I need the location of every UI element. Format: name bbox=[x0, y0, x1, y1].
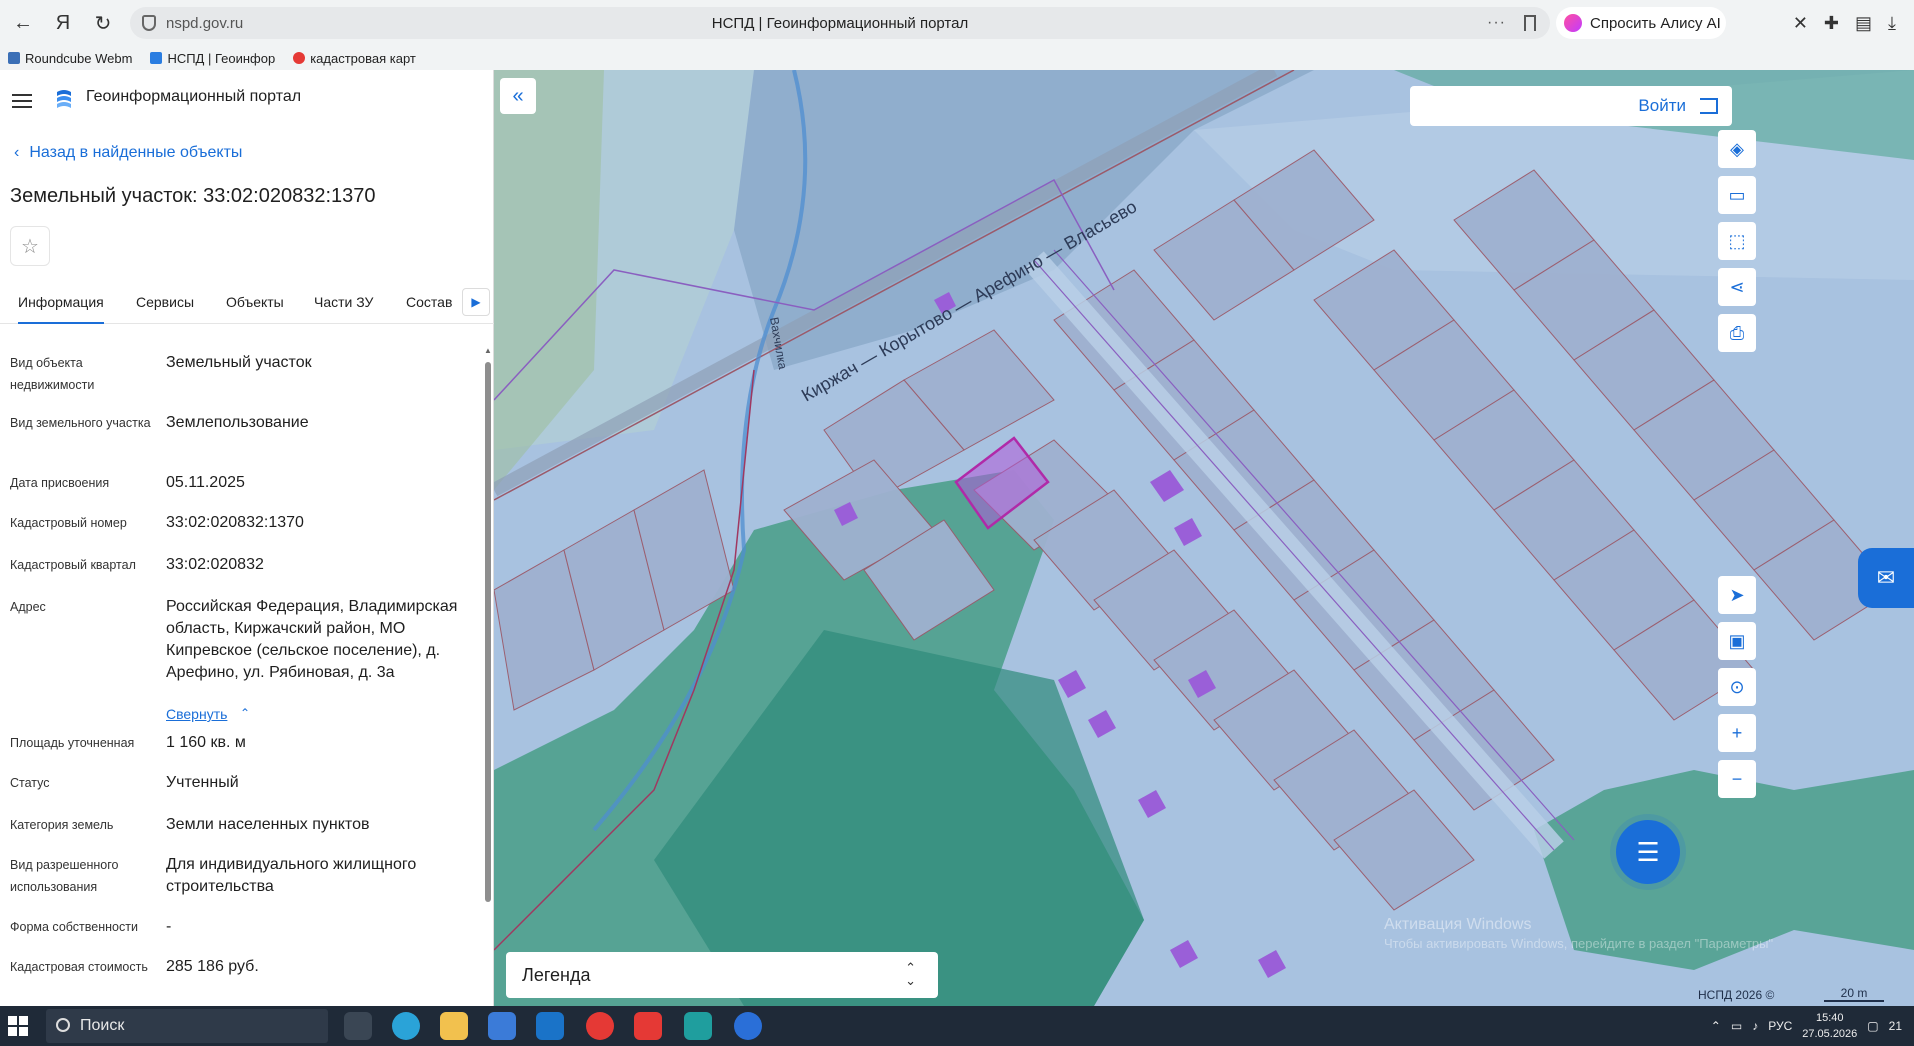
yandex-browser-icon[interactable] bbox=[586, 1012, 614, 1040]
yandex-icon[interactable]: Я bbox=[46, 6, 80, 40]
copyright: НСПД 2026 © bbox=[1698, 988, 1775, 1002]
zoom-in-icon[interactable]: + bbox=[1718, 714, 1756, 752]
tabs-scroll-right-icon[interactable]: ▶ bbox=[462, 288, 490, 316]
download-icon[interactable]: ⤓ bbox=[1888, 13, 1896, 34]
notification-icon[interactable]: ▢ bbox=[1867, 1019, 1878, 1033]
chevron-left-icon: ‹ bbox=[14, 144, 20, 161]
parcel-title: Земельный участок: 33:02:020832:1370 bbox=[10, 185, 376, 207]
tab-bar: Информация Сервисы Объекты Части ЗУ Сост… bbox=[0, 286, 494, 324]
info-list: Вид объекта недвижимости Земельный участ… bbox=[10, 354, 458, 975]
edge-icon[interactable] bbox=[392, 1012, 420, 1040]
layers-icon[interactable]: ◈ bbox=[1718, 130, 1756, 168]
zoom-out-icon[interactable]: − bbox=[1718, 760, 1756, 798]
expand-icon: ⌃ ⌄ bbox=[905, 960, 916, 988]
browser-toolbar: ← Я ↻ nspd.gov.ru НСПД | Геоинформационн… bbox=[0, 0, 1914, 46]
minimap-icon[interactable]: ▣ bbox=[1718, 622, 1756, 660]
object-panel: Геоинформационный портал ‹ Назад в найден… bbox=[0, 70, 494, 1006]
extensions-icon[interactable]: ✚ bbox=[1824, 13, 1839, 34]
panel-scrollbar[interactable]: ▲ bbox=[484, 346, 492, 906]
tab-parts[interactable]: Части ЗУ bbox=[314, 286, 373, 324]
app-title: Геоинформационный портал bbox=[86, 88, 302, 105]
back-arrow-icon[interactable]: ← bbox=[6, 6, 40, 40]
search-location-icon[interactable]: ⊙ bbox=[1718, 668, 1756, 706]
scroll-thumb[interactable] bbox=[485, 362, 491, 902]
tray-chevron-icon[interactable]: ⌃ bbox=[1711, 1019, 1721, 1033]
map-view[interactable]: Киржач — Корытово — Арефино — Власьево В… bbox=[494, 70, 1914, 1006]
back-to-results-link[interactable]: ‹ Назад в найденные объекты bbox=[14, 144, 242, 162]
extension-k-icon[interactable]: ✕ bbox=[1793, 13, 1808, 34]
alice-label: Спросить Алису AI bbox=[1590, 14, 1721, 32]
menu-icon[interactable] bbox=[12, 90, 32, 112]
telegram-icon[interactable] bbox=[734, 1012, 762, 1040]
task-view-icon[interactable] bbox=[344, 1012, 372, 1040]
taskbar-search[interactable]: Поиск bbox=[46, 1009, 328, 1043]
chat-icon[interactable]: ☰ bbox=[1616, 820, 1680, 884]
tab-title: НСПД | Геоинформационный портал bbox=[711, 14, 969, 32]
alice-icon bbox=[1564, 14, 1582, 32]
yandex-app-icon[interactable] bbox=[634, 1012, 662, 1040]
tab-services[interactable]: Сервисы bbox=[136, 286, 194, 324]
portal-logo-icon bbox=[57, 90, 71, 108]
clock[interactable]: 15:40 27.05.2026 bbox=[1802, 1010, 1857, 1042]
tab-composition[interactable]: Состав bbox=[406, 286, 452, 324]
scroll-up-icon[interactable]: ▲ bbox=[484, 346, 492, 355]
language-indicator[interactable]: РУС bbox=[1768, 1019, 1792, 1033]
system-tray: ⌃ ▭ ♪ РУС 15:40 27.05.2026 ▢ 21 bbox=[1711, 1006, 1914, 1046]
collapse-address-link[interactable]: Свернуть bbox=[166, 706, 227, 722]
bookmark-nspd[interactable]: НСПД | Геоинфор bbox=[150, 51, 275, 66]
more-icon[interactable]: ··· bbox=[1487, 14, 1506, 32]
explorer-icon[interactable] bbox=[440, 1012, 468, 1040]
bookmarks-bar: Roundcube Webm НСПД | Геоинфор кадастров… bbox=[0, 46, 1914, 70]
feedback-icon[interactable]: ✉ bbox=[1858, 548, 1914, 608]
login-button[interactable]: Войти bbox=[1410, 86, 1732, 126]
bookmark-cadastral[interactable]: кадастровая карт bbox=[293, 51, 416, 66]
map-canvas: Киржач — Корытово — Арефино — Власьево В… bbox=[494, 70, 1914, 1006]
print-icon[interactable]: ⎙ bbox=[1718, 314, 1756, 352]
roundcube-icon bbox=[8, 52, 20, 64]
browser-extensions: ✕ ✚ ▤ ⤓ bbox=[1793, 0, 1914, 46]
select-area-icon[interactable]: ⬚ bbox=[1718, 222, 1756, 260]
share-icon[interactable]: ⋖ bbox=[1718, 268, 1756, 306]
shield-icon bbox=[142, 15, 156, 31]
messenger-icon[interactable] bbox=[684, 1012, 712, 1040]
volume-icon[interactable]: ♪ bbox=[1752, 1019, 1758, 1033]
notification-count: 21 bbox=[1888, 1019, 1902, 1033]
yandex-small-icon bbox=[293, 52, 306, 64]
scale-bar: 20 m bbox=[1824, 986, 1884, 1002]
bookmark-roundcube[interactable]: Roundcube Webm bbox=[8, 51, 132, 66]
windows-activation-sub: Чтобы активировать Windows, перейдите в … bbox=[1384, 936, 1774, 951]
outlook-icon[interactable] bbox=[536, 1012, 564, 1040]
tab-info[interactable]: Информация bbox=[18, 286, 104, 324]
reload-icon[interactable]: ↻ bbox=[86, 6, 120, 40]
nspd-icon bbox=[150, 52, 163, 64]
favorite-star-icon[interactable]: ☆ bbox=[10, 226, 50, 266]
locate-icon[interactable]: ➤ bbox=[1718, 576, 1756, 614]
windows-taskbar: Поиск ⌃ ▭ ♪ РУС 15:40 27.05.2026 ▢ 21 bbox=[0, 1006, 1914, 1046]
collapse-panel-button[interactable]: « bbox=[500, 78, 536, 114]
collections-icon[interactable]: ▤ bbox=[1855, 13, 1872, 34]
chevron-up-icon[interactable]: ⌃ bbox=[240, 706, 250, 720]
ruler-icon[interactable]: ▭ bbox=[1718, 176, 1756, 214]
login-icon bbox=[1700, 98, 1718, 114]
search-icon bbox=[56, 1018, 70, 1032]
alice-button[interactable]: Спросить Алису AI bbox=[1556, 7, 1726, 39]
network-icon[interactable]: ▭ bbox=[1731, 1019, 1742, 1033]
address-bar[interactable]: nspd.gov.ru НСПД | Геоинформационный пор… bbox=[130, 7, 1550, 39]
windows-start-icon[interactable] bbox=[8, 1016, 28, 1036]
bookmark-icon[interactable] bbox=[1524, 15, 1536, 31]
legend-dropdown[interactable]: Легенда ⌃ ⌄ bbox=[506, 952, 938, 998]
store-icon[interactable] bbox=[488, 1012, 516, 1040]
url-text: nspd.gov.ru bbox=[166, 14, 244, 32]
windows-activation-title: Активация Windows bbox=[1384, 916, 1532, 933]
tab-objects[interactable]: Объекты bbox=[226, 286, 284, 324]
